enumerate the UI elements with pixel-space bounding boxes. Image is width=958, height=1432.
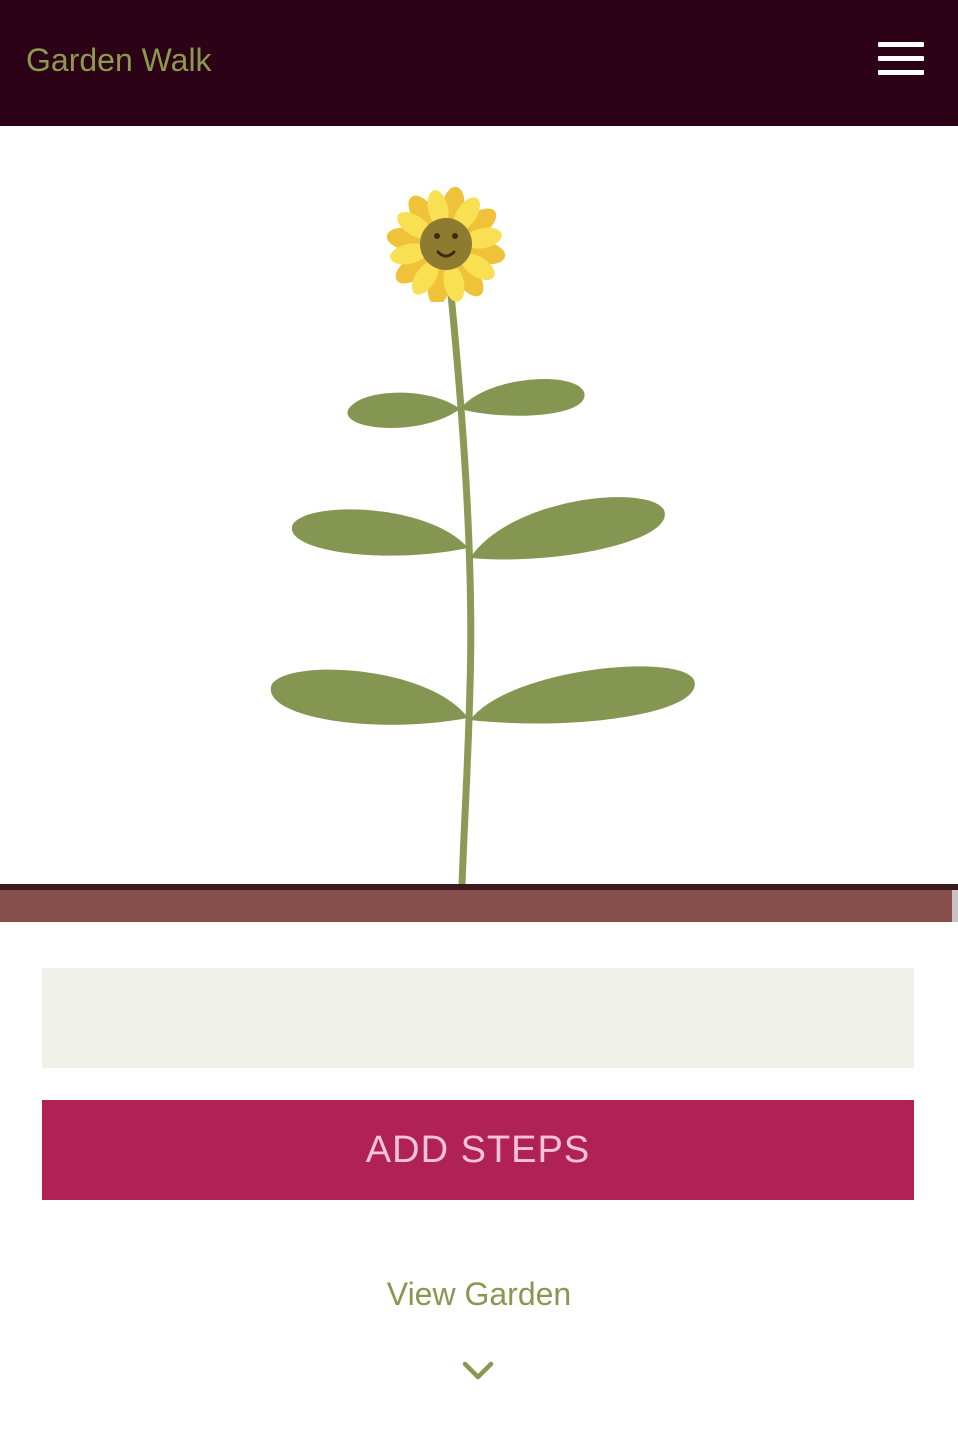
- scroll-down-button[interactable]: [462, 1360, 494, 1382]
- hamburger-menu-icon: [878, 42, 924, 75]
- leaf-upper-left: [347, 392, 460, 428]
- steps-input[interactable]: [42, 968, 914, 1068]
- soil-edge: [952, 890, 958, 922]
- app-title[interactable]: Garden Walk: [26, 40, 212, 80]
- leaf-middle-left: [291, 509, 468, 556]
- leaf-lower-right: [470, 666, 695, 724]
- leaf-lower-left: [270, 669, 468, 725]
- add-steps-button[interactable]: ADD STEPS: [42, 1100, 914, 1200]
- app-header: Garden Walk: [0, 0, 958, 126]
- plant-illustration: [0, 126, 958, 890]
- chevron-down-icon: [462, 1361, 494, 1380]
- view-garden-link[interactable]: View Garden: [0, 1274, 958, 1314]
- leaf-middle-right: [470, 497, 665, 560]
- menu-button[interactable]: [872, 36, 928, 82]
- leaf-upper-right: [460, 378, 585, 416]
- plant-stem: [446, 280, 475, 890]
- soil-strip: [0, 890, 952, 922]
- sunflower-icon: [386, 186, 506, 302]
